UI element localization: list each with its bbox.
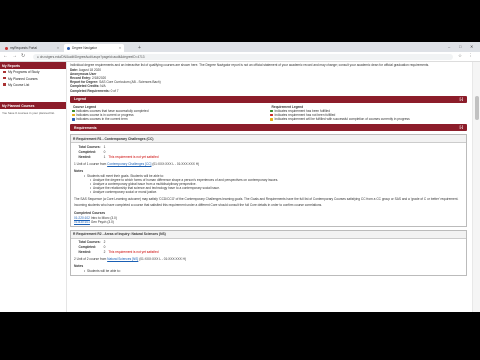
collapse-toggle[interactable]: [-] bbox=[460, 97, 463, 101]
fulfilled-icon bbox=[270, 109, 273, 113]
requirement-legend: Requirement Legend Indicates requirement… bbox=[269, 105, 468, 121]
note-paragraph: The SAS Sequence (a Core Learning outcom… bbox=[74, 197, 459, 202]
completed-title: Completed Courses bbox=[74, 210, 106, 215]
collapse-toggle[interactable]: [-] bbox=[460, 125, 463, 129]
sidebar-item-label: My Course List bbox=[8, 82, 30, 87]
completed-course: 01:830:101 Gen Psych (3.0) bbox=[74, 220, 463, 224]
close-tab-icon[interactable]: × bbox=[57, 46, 59, 50]
notes-title: Notes bbox=[74, 264, 84, 269]
legend-header[interactable]: Legend [-] bbox=[70, 95, 467, 103]
requirements-header[interactable]: Requirements [-] bbox=[70, 124, 467, 132]
browser-window: myRequests Portal × Degree Navigator × +… bbox=[0, 42, 480, 312]
note-item: Analyze contemporary social or moral jus… bbox=[90, 190, 463, 194]
requirement-title[interactable]: R Requirement R1 - Contemporary Challeng… bbox=[71, 135, 466, 144]
row-label: Needed: bbox=[78, 249, 92, 254]
legend-panel: Course Legend Indicates courses that hav… bbox=[70, 105, 467, 121]
requirements-title: Requirements bbox=[74, 125, 97, 130]
choose-text: 2 Unit of 2 course from bbox=[74, 257, 108, 262]
course-group-link[interactable]: Contemporary Challenges [CC] bbox=[107, 162, 151, 166]
address-url: dn.rutgers.edu/DN/Audit/DegreeAudit.aspx… bbox=[39, 54, 145, 59]
note-item: Students will be able to: bbox=[84, 269, 463, 273]
browser-toolbar: ← → ↻ ● dn.rutgers.edu/DN/Audit/DegreeAu… bbox=[0, 52, 480, 62]
tab-label: myRequests Portal bbox=[10, 46, 37, 50]
tab-label: Degree Navigator bbox=[72, 46, 97, 50]
current-term-icon bbox=[71, 118, 75, 121]
sidebar: My Reports My Programs of Study My Plann… bbox=[0, 62, 67, 312]
status-warning: This requirement is not yet satisfied bbox=[108, 249, 159, 254]
sidebar-item-course-list[interactable]: My Course List bbox=[0, 82, 66, 88]
choose-tail: (01:XXX:XXX L - 01:XXX:XXX H) bbox=[151, 161, 200, 166]
planned-note: You have 0 courses in your planned list. bbox=[2, 110, 55, 115]
forward-arrow-icon[interactable]: → bbox=[12, 53, 17, 59]
tab-degree-navigator[interactable]: Degree Navigator × bbox=[64, 44, 124, 52]
course-desc: Gen Psych (3.0) bbox=[90, 219, 114, 224]
requirement-r2: R Requirement R2 - Areas of Inquiry: Nat… bbox=[70, 229, 467, 277]
legend-entry: Indicates requirement will be fulfilled … bbox=[274, 117, 410, 122]
choose-line: 2 Unit of 2 course from Natural Sciences… bbox=[74, 257, 463, 261]
note-paragraph: Incoming students who have completed a c… bbox=[74, 203, 323, 208]
folder-icon bbox=[3, 70, 6, 73]
new-tab-button[interactable]: + bbox=[138, 45, 141, 51]
minimize-button[interactable]: – bbox=[448, 44, 450, 49]
in-progress-icon bbox=[71, 114, 75, 117]
main-content: Individual degree requirements and an in… bbox=[67, 62, 470, 312]
status-warning: This requirement is not yet satisfied bbox=[108, 154, 159, 159]
field-label: Completed Requirements: bbox=[70, 88, 110, 93]
course-legend: Course Legend Indicates courses that hav… bbox=[70, 105, 269, 121]
course-group-link[interactable]: Natural Sciences [NS] bbox=[107, 257, 138, 261]
requirement-summary: Total Courses: 2 Completed: 0 Needed: 2 This… bbox=[77, 241, 160, 256]
favicon-icon bbox=[67, 46, 70, 50]
tab-bar: myRequests Portal × Degree Navigator × +… bbox=[0, 42, 480, 52]
maximize-button[interactable]: □ bbox=[459, 44, 461, 49]
folder-icon bbox=[3, 83, 6, 86]
course-code-link[interactable]: 01:830:101 bbox=[74, 220, 90, 224]
scrollbar-thumb[interactable] bbox=[474, 96, 479, 120]
menu-icon[interactable]: ⋮ bbox=[468, 53, 473, 59]
requirement-summary: Total Courses: 1 Completed: 0 Needed: 1 This… bbox=[77, 145, 160, 160]
legend-entry: Indicates courses in the current term bbox=[76, 117, 128, 122]
folder-icon bbox=[3, 76, 6, 80]
pending-icon bbox=[270, 118, 273, 121]
favicon-icon bbox=[5, 46, 8, 50]
field-value: SAS Core Curriculum (AB - Sciences Bach) bbox=[99, 80, 161, 85]
star-icon[interactable]: ☆ bbox=[458, 53, 462, 59]
choose-text: 1 Unit of 1 course from bbox=[74, 161, 108, 166]
back-arrow-icon[interactable]: ← bbox=[3, 53, 8, 59]
sidebar-title-planned: My Planned Courses bbox=[0, 102, 66, 110]
requirement-title[interactable]: R Requirement R2 - Areas of Inquiry: Nat… bbox=[71, 230, 466, 239]
sidebar-item-label: My Programs of Study bbox=[8, 70, 40, 75]
reload-icon[interactable]: ↻ bbox=[21, 53, 25, 59]
scrollbar[interactable] bbox=[472, 62, 480, 312]
tab-myrequests[interactable]: myRequests Portal × bbox=[2, 44, 62, 52]
not-fulfilled-icon bbox=[270, 114, 273, 117]
audit-info: Date: August 18 2020 Anonymous User Reco… bbox=[67, 68, 470, 93]
completed-icon bbox=[71, 109, 75, 113]
requirement-r1: R Requirement R1 - Contemporary Challeng… bbox=[70, 134, 467, 227]
close-window-button[interactable]: ✕ bbox=[470, 44, 473, 49]
row-label: Needed: bbox=[78, 154, 92, 159]
choose-line: 1 Unit of 1 course from Contemporary Cha… bbox=[74, 162, 463, 166]
notes-title: Notes bbox=[74, 168, 84, 173]
field-value: 0 of 7 bbox=[110, 88, 119, 93]
sidebar-title-reports: My Reports bbox=[0, 62, 66, 69]
choose-tail: (01:XXX:XXX L - 01:XXX:XXX H) bbox=[138, 257, 187, 262]
lock-icon: ● bbox=[37, 54, 39, 59]
sidebar-item-label: My Planned Courses bbox=[8, 76, 38, 81]
intro-text: Individual degree requirements and an in… bbox=[70, 63, 430, 67]
screen: myRequests Portal × Degree Navigator × +… bbox=[0, 0, 480, 360]
close-tab-icon[interactable]: × bbox=[119, 46, 121, 50]
legend-title: Legend bbox=[74, 97, 87, 102]
address-bar[interactable]: ● dn.rutgers.edu/DN/Audit/DegreeAudit.as… bbox=[33, 53, 453, 60]
